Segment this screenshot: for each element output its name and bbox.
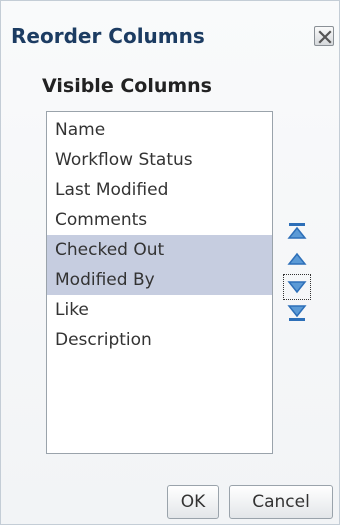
list-item-modified-by[interactable]: Modified By — [47, 265, 272, 295]
move-up-icon — [287, 252, 307, 265]
list-item-description[interactable]: Description — [47, 325, 272, 355]
ok-button[interactable]: OK — [167, 485, 219, 519]
move-to-top-icon — [287, 223, 307, 239]
list-item-name[interactable]: Name — [47, 115, 272, 145]
move-to-bottom-icon — [287, 305, 307, 321]
dialog-title: Reorder Columns — [11, 24, 205, 48]
visible-columns-list[interactable]: Name Workflow Status Last Modified Comme… — [46, 111, 273, 454]
move-to-top-button[interactable] — [284, 219, 310, 243]
move-up-button[interactable] — [284, 247, 310, 271]
list-item-workflow-status[interactable]: Workflow Status — [47, 145, 272, 175]
list-item-checked-out[interactable]: Checked Out — [47, 235, 272, 265]
close-button[interactable] — [314, 26, 334, 46]
cancel-button[interactable]: Cancel — [229, 485, 333, 519]
close-icon — [318, 30, 332, 44]
reorder-columns-dialog: Reorder Columns Visible Columns Name Wor… — [0, 0, 340, 525]
list-item-like[interactable]: Like — [47, 295, 272, 325]
list-item-comments[interactable]: Comments — [47, 205, 272, 235]
visible-columns-label: Visible Columns — [42, 75, 212, 97]
move-to-bottom-button[interactable] — [284, 301, 310, 325]
move-down-icon — [287, 281, 307, 294]
move-down-button[interactable] — [283, 274, 311, 300]
list-item-last-modified[interactable]: Last Modified — [47, 175, 272, 205]
